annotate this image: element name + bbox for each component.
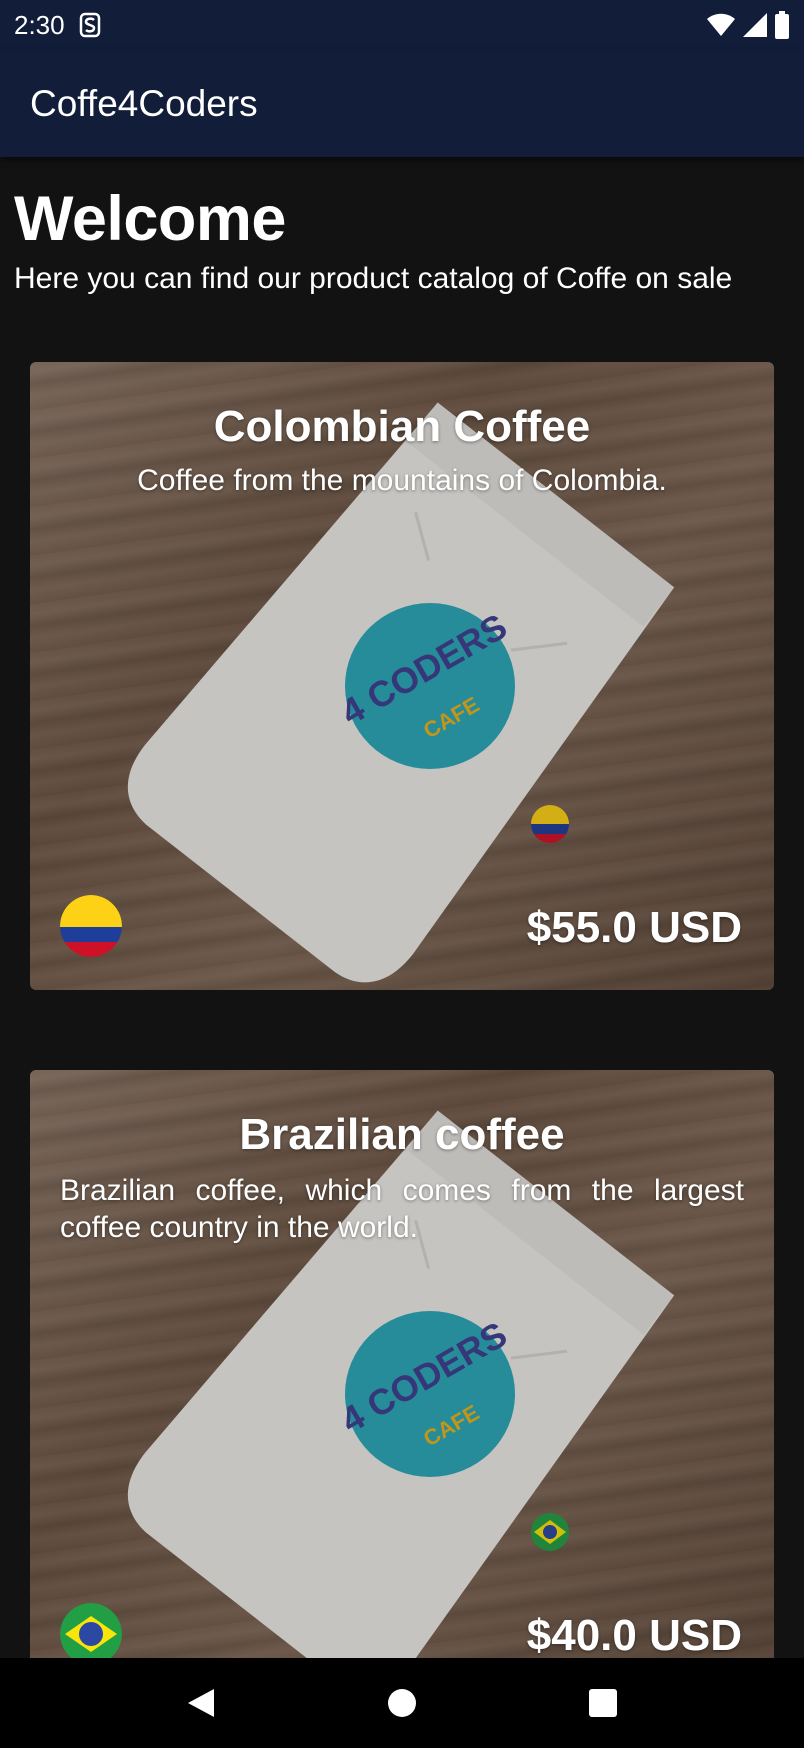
brazil-flag-icon (60, 1603, 122, 1665)
welcome-title: Welcome (14, 184, 286, 254)
product-price: $40.0 USD (526, 1611, 742, 1660)
navigation-bar (0, 1658, 804, 1748)
status-bar: 2:30 (0, 0, 804, 50)
colombia-flag-icon (60, 895, 122, 957)
back-button[interactable] (171, 1673, 231, 1733)
product-price: $55.0 USD (526, 903, 742, 952)
home-icon (387, 1689, 416, 1717)
back-icon (187, 1689, 214, 1717)
signal-icon (743, 13, 767, 37)
product-title: Brazilian coffee (239, 1110, 565, 1159)
status-icons (706, 11, 790, 39)
product-card-brazilian[interactable]: 4 CODERS CAFE Brazilian coffee Brazilian… (30, 1070, 774, 1698)
recents-icon (589, 1689, 618, 1717)
app-title: Coffe4Coders (30, 82, 258, 124)
product-description: Brazilian coffee, which comes from the l… (60, 1174, 744, 1244)
product-card-colombian[interactable]: 4 CODERS CAFE Colombian Coffee Coffee fr… (30, 362, 774, 990)
status-time: 2:30 (14, 9, 65, 40)
wifi-icon (707, 13, 735, 36)
recents-button[interactable] (573, 1673, 633, 1733)
home-button[interactable] (372, 1673, 432, 1733)
app-bar: Coffe4Coders (0, 50, 804, 157)
s-icon (79, 12, 100, 38)
battery-icon (775, 11, 789, 39)
product-title: Colombian Coffee (213, 402, 591, 451)
product-description: Coffee from the mountains of Colombia. (137, 464, 667, 497)
welcome-subtitle: Here you can find our product catalog of… (14, 262, 733, 295)
screen: 2:30 Coffe4Coders Welcome Here you can f… (0, 0, 804, 1748)
